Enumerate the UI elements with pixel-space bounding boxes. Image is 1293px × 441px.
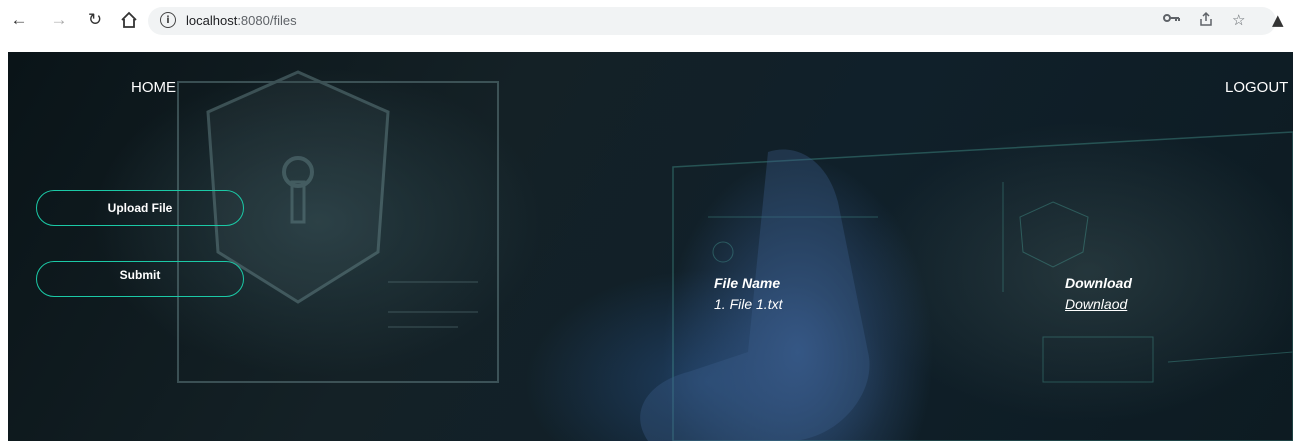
share-icon[interactable] <box>1198 11 1214 31</box>
reload-icon[interactable]: ↻ <box>84 9 106 31</box>
address-bar[interactable]: i localhost:8080/files <box>148 7 1276 35</box>
upload-file-button[interactable]: Upload File <box>36 190 244 226</box>
files-page: HOME LOGOUT Upload File Submit File Name… <box>8 52 1293 441</box>
download-header: Download <box>1065 275 1132 291</box>
submit-button[interactable]: Submit <box>36 261 244 297</box>
file-name-cell: 1. File 1.txt <box>714 296 783 312</box>
background-illustration <box>177 70 1293 441</box>
star-icon[interactable]: ☆ <box>1232 11 1245 29</box>
nav-logout-link[interactable]: LOGOUT <box>1225 79 1288 96</box>
info-icon[interactable]: i <box>160 12 176 28</box>
browser-toolbar: ← → ↻ i localhost:8080/files ☆ ▲ <box>0 0 1293 44</box>
upload-file-label: Upload File <box>107 201 173 215</box>
download-link[interactable]: Downlaod <box>1065 296 1127 312</box>
file-name-header: File Name <box>714 275 781 291</box>
nav-home-link[interactable]: HOME <box>131 79 176 96</box>
forward-icon[interactable]: → <box>48 9 70 31</box>
key-icon[interactable] <box>1163 11 1181 29</box>
home-icon[interactable] <box>118 9 140 31</box>
back-icon[interactable]: ← <box>8 9 30 31</box>
extensions-icon[interactable]: ▲ <box>1272 11 1284 29</box>
submit-label: Submit <box>119 268 161 282</box>
url-text[interactable]: localhost:8080/files <box>186 13 297 28</box>
